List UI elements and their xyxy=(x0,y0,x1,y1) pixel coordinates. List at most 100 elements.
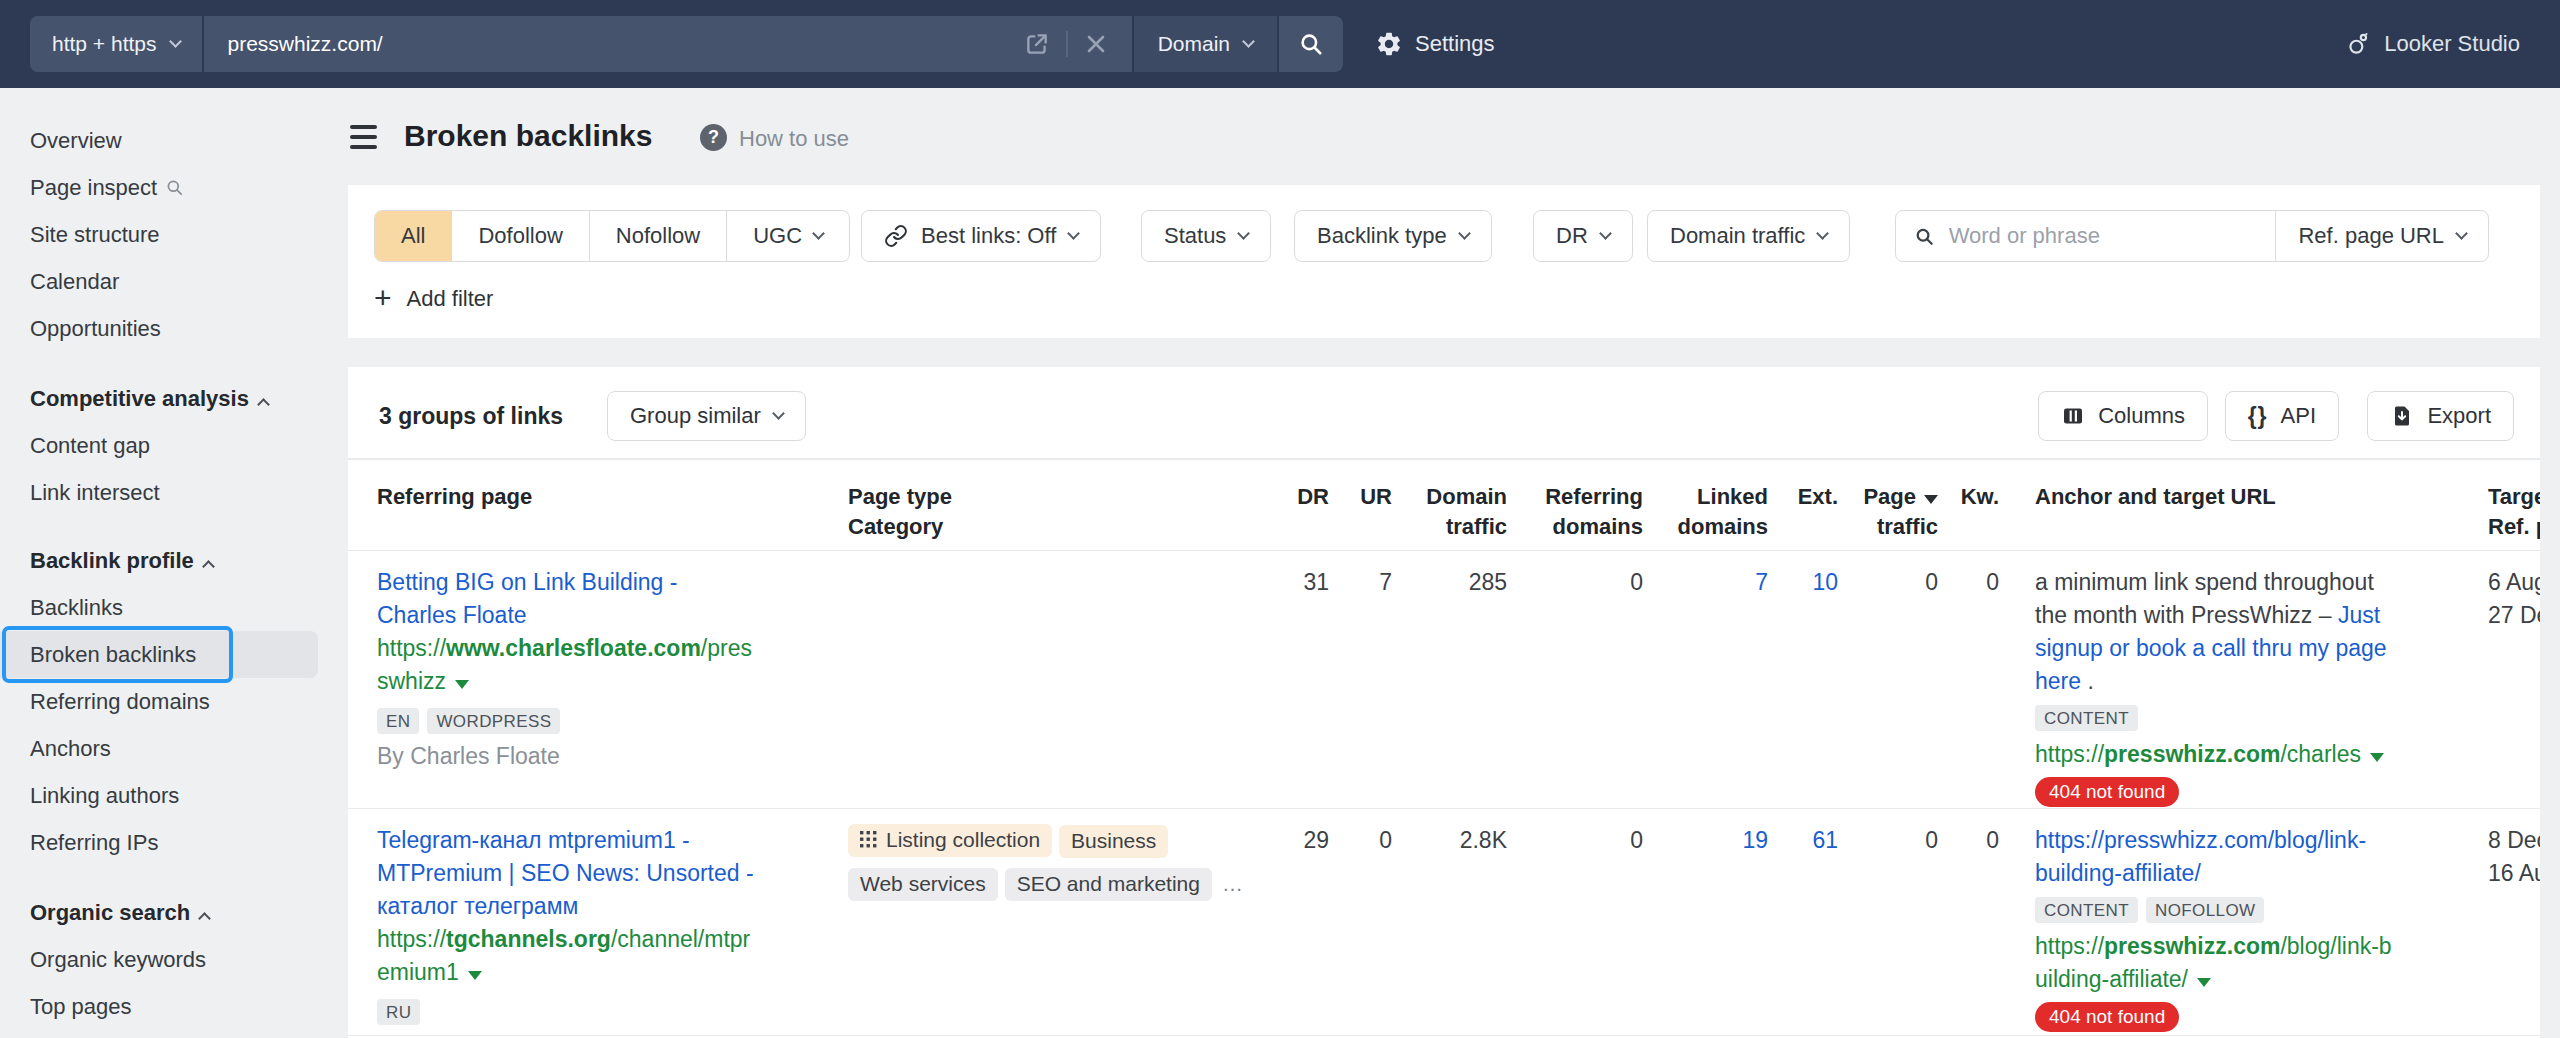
group-similar-selector[interactable]: Group similar xyxy=(607,391,806,441)
referring-page-cell: Telegram-канал mtpremium1 - MTPremium | … xyxy=(377,824,832,1029)
sidebar-item-opportunities[interactable]: Opportunities xyxy=(0,305,347,352)
badges: RU xyxy=(377,996,832,1029)
status-404-pill: 404 not found xyxy=(2035,777,2179,807)
filter-ugc[interactable]: UGC xyxy=(727,211,849,261)
sidebar-item-broken-backlinks[interactable]: Broken backlinks xyxy=(0,631,318,678)
domain-traffic-filter[interactable]: Domain traffic xyxy=(1647,210,1850,262)
referring-page-link[interactable]: Betting BIG on Link Building - Charles F… xyxy=(377,569,677,628)
help-icon[interactable]: ? xyxy=(700,124,727,151)
chevron-down-icon xyxy=(1238,227,1251,240)
ext-link[interactable]: 10 xyxy=(1812,569,1838,595)
best-links-filter[interactable]: Best links: Off xyxy=(861,210,1101,262)
columns-icon xyxy=(2061,404,2085,428)
caret-down-icon[interactable] xyxy=(455,680,469,689)
filter-all[interactable]: All xyxy=(375,211,452,261)
referring-page-url[interactable]: https://tgchannels.org/channel/mtpr emiu… xyxy=(377,923,832,989)
sidebar-item-link-intersect[interactable]: Link intersect xyxy=(0,469,347,516)
col-domain-traffic[interactable]: Domain traffic xyxy=(1392,482,1507,542)
linked-domains-link[interactable]: 19 xyxy=(1742,827,1768,853)
sidebar-item-label: Overview xyxy=(30,128,122,153)
url-domain: tgchannels.org xyxy=(446,926,611,952)
ext-value: 10 xyxy=(1768,566,1838,599)
filter-dofollow[interactable]: Dofollow xyxy=(452,211,589,261)
ext-link[interactable]: 61 xyxy=(1812,827,1838,853)
mode-selector[interactable]: Domain xyxy=(1134,16,1277,72)
sidebar-item-content-gap[interactable]: Content gap xyxy=(0,422,347,469)
col-referring-page[interactable]: Referring page xyxy=(377,482,832,512)
protocol-selector[interactable]: http + https xyxy=(30,16,202,72)
sidebar-item-linking-authors[interactable]: Linking authors xyxy=(0,772,347,819)
col-page-traffic[interactable]: Pagetraffic xyxy=(1838,482,1938,542)
caret-down-icon[interactable] xyxy=(468,971,482,980)
sidebar-section-organic-search[interactable]: Organic search xyxy=(0,889,347,936)
more-ellipsis[interactable]: … xyxy=(1222,872,1243,895)
settings-button[interactable]: Settings xyxy=(1375,0,1495,88)
sidebar-item-top-pages[interactable]: Top pages xyxy=(0,983,347,1030)
col-referring-domains[interactable]: Referring domains xyxy=(1507,482,1643,542)
sidebar-item-referring-ips[interactable]: Referring IPs xyxy=(0,819,347,866)
col-anchor-target-url[interactable]: Anchor and target URL xyxy=(2035,482,2480,512)
target-url[interactable]: https://presswhizz.com/blog/link-b uildi… xyxy=(2035,930,2480,996)
ur-value: 0 xyxy=(1329,824,1392,857)
col-kw[interactable]: Kw. xyxy=(1938,482,1999,512)
sidebar-item-anchors[interactable]: Anchors xyxy=(0,725,347,772)
how-to-use-link[interactable]: How to use xyxy=(739,126,849,152)
columns-label: Columns xyxy=(2098,403,2185,429)
col-ext[interactable]: Ext. xyxy=(1768,482,1838,512)
caret-down-icon[interactable] xyxy=(2370,753,2384,762)
col-page-type-category[interactable]: Page type Category xyxy=(848,482,1278,542)
sidebar-item-organic-keywords[interactable]: Organic keywords xyxy=(0,936,347,983)
dr-filter[interactable]: DR xyxy=(1533,210,1633,262)
search-button[interactable] xyxy=(1279,16,1343,72)
search-input-wrap xyxy=(1896,223,2275,249)
col-ur[interactable]: UR xyxy=(1329,482,1392,512)
col-target-ref[interactable]: TargeRef. p xyxy=(2488,482,2540,542)
search-input[interactable] xyxy=(1949,223,2258,249)
sidebar-item-referring-domains[interactable]: Referring domains xyxy=(0,678,347,725)
page-type-cell: Listing collectionBusiness Web servicesS… xyxy=(848,824,1278,901)
sidebar-section-backlink-profile[interactable]: Backlink profile xyxy=(0,537,347,584)
target-url[interactable]: https://presswhizz.com/charles xyxy=(2035,738,2480,771)
search-icon xyxy=(1298,31,1324,57)
clear-icon[interactable] xyxy=(1084,32,1108,56)
status-filter[interactable]: Status xyxy=(1141,210,1271,262)
looker-studio-icon xyxy=(2345,31,2371,57)
language-badge: EN xyxy=(377,708,419,734)
backlink-type-label: Backlink type xyxy=(1317,223,1447,249)
sidebar-section-competitive-analysis[interactable]: Competitive analysis xyxy=(0,375,347,422)
api-button[interactable]: {}API xyxy=(2225,391,2339,441)
col-dr[interactable]: DR xyxy=(1229,482,1329,512)
col-linked-domains[interactable]: Linked domains xyxy=(1643,482,1768,542)
menu-icon[interactable] xyxy=(350,125,377,149)
add-filter-button[interactable]: +Add filter xyxy=(374,277,493,321)
looker-studio-button[interactable]: Looker Studio xyxy=(2345,0,2520,88)
linked-domains-link[interactable]: 7 xyxy=(1755,569,1768,595)
chevron-down-icon xyxy=(169,35,182,48)
sidebar-item-site-structure[interactable]: Site structure xyxy=(0,211,347,258)
url-prefix: https:// xyxy=(2035,741,2104,767)
backlink-type-filter[interactable]: Backlink type xyxy=(1294,210,1492,262)
sidebar-item-overview[interactable]: Overview xyxy=(0,117,347,164)
external-link-icon[interactable] xyxy=(1024,31,1050,57)
url-input[interactable]: presswhizz.com/ xyxy=(204,16,1132,72)
page-title: Broken backlinks xyxy=(404,119,652,153)
caret-down-icon[interactable] xyxy=(2197,978,2211,987)
columns-button[interactable]: Columns xyxy=(2038,391,2208,441)
referring-page-url[interactable]: https://www.charlesfloate.com/pres swhiz… xyxy=(377,632,832,698)
chevron-down-icon xyxy=(812,227,825,240)
search-scope-label: Ref. page URL xyxy=(2298,223,2444,249)
table-row: Betting BIG on Link Building - Charles F… xyxy=(348,551,2540,809)
sidebar-item-label: Top pages xyxy=(30,994,132,1019)
anchor-link[interactable]: https://presswhizz.com/blog/link- buildi… xyxy=(2035,827,2366,886)
export-button[interactable]: Export xyxy=(2367,391,2514,441)
sidebar-item-calendar[interactable]: Calendar xyxy=(0,258,347,305)
dr-value: 31 xyxy=(1229,566,1329,599)
domain-traffic-value: 285 xyxy=(1392,566,1507,599)
dr-value: 29 xyxy=(1229,824,1329,857)
search-scope-selector[interactable]: Ref. page URL xyxy=(2275,211,2488,261)
referring-page-link[interactable]: Telegram-канал mtpremium1 - MTPremium | … xyxy=(377,827,754,919)
sidebar-item-backlinks[interactable]: Backlinks xyxy=(0,584,347,631)
filter-nofollow[interactable]: Nofollow xyxy=(590,211,727,261)
sidebar-item-page-inspect[interactable]: Page inspect xyxy=(0,164,347,211)
group-similar-label: Group similar xyxy=(630,403,761,429)
